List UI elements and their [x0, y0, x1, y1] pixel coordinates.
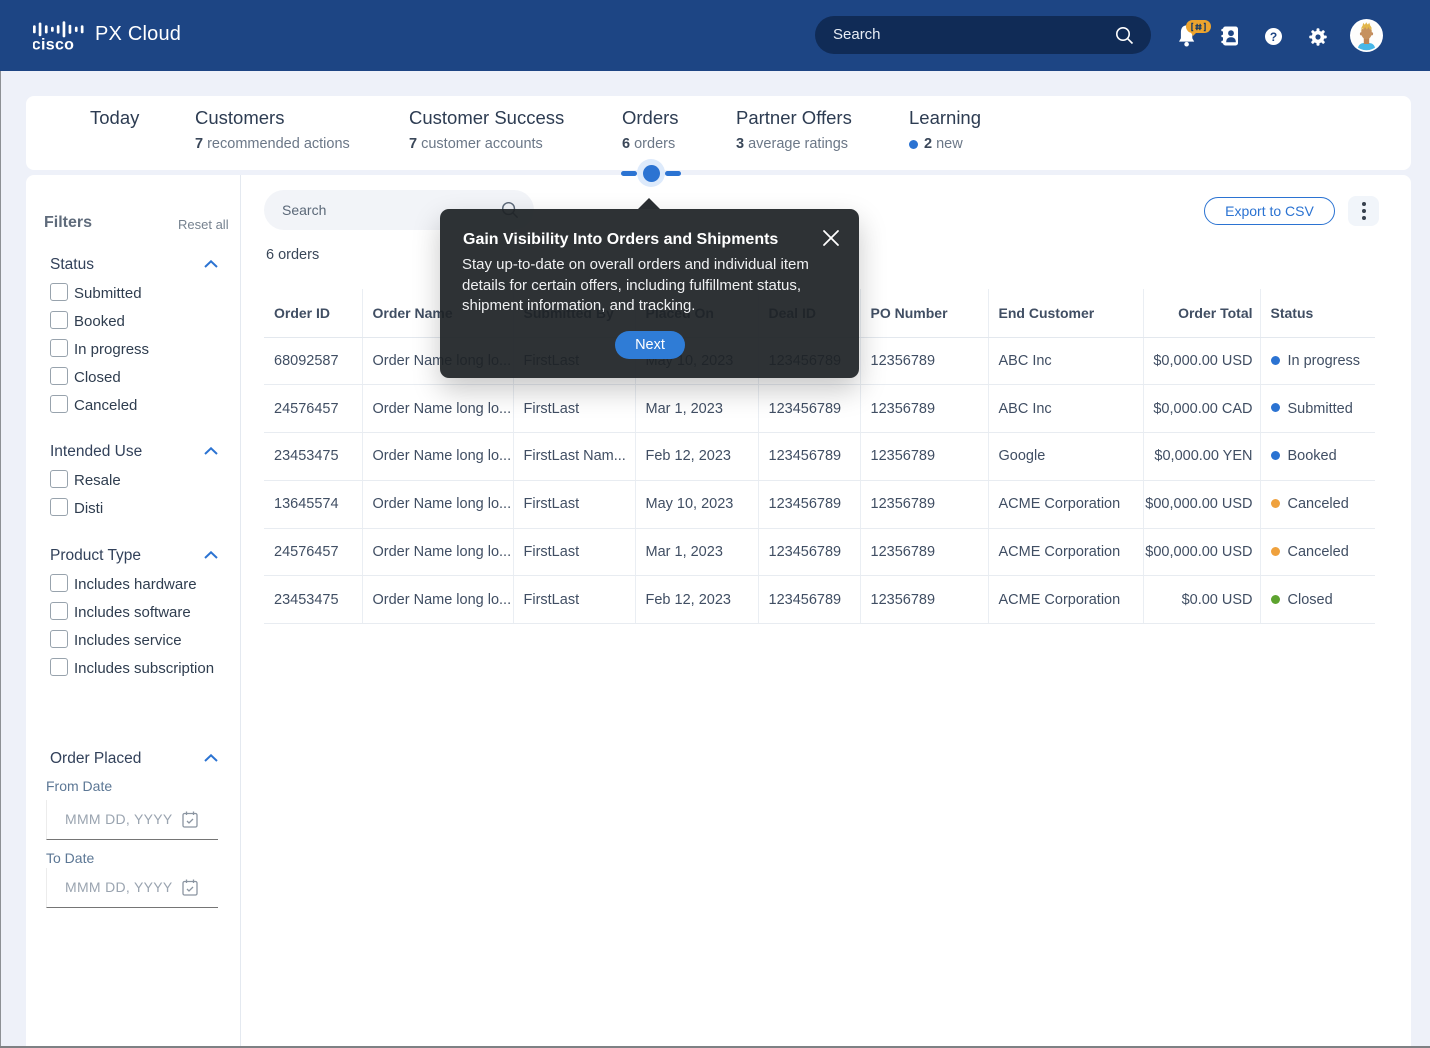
svg-text:?: ?: [1269, 30, 1276, 44]
svg-text:cisco: cisco: [33, 37, 74, 54]
